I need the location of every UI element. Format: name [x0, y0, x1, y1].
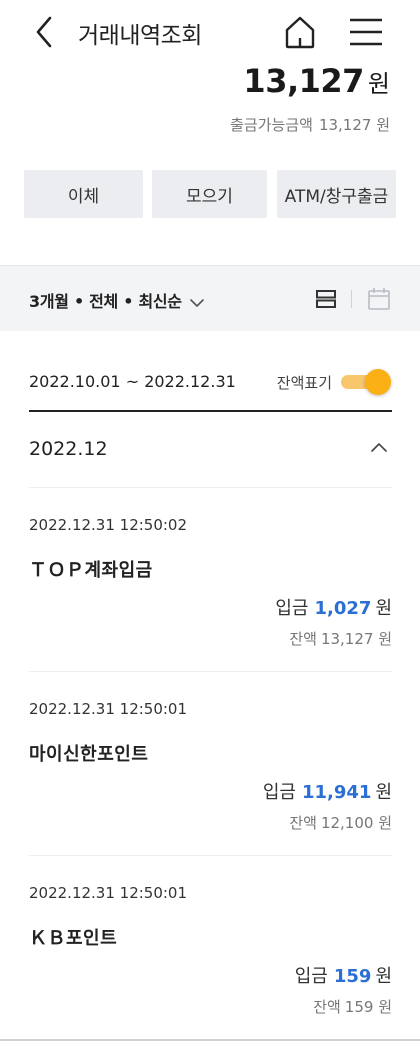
- transaction-amount-line: 입금 159 원: [295, 962, 392, 988]
- calendar-icon: [368, 288, 390, 310]
- chevron-down-icon: [189, 298, 204, 307]
- transaction-balance-value: 159 원: [344, 998, 392, 1016]
- transaction-name: ＴＯＰ계좌입금: [29, 560, 153, 581]
- transaction-unit: 원: [375, 598, 392, 619]
- transaction-name: 마이신한포인트: [29, 744, 149, 765]
- transaction-balance: 잔액 12,100 원: [289, 812, 392, 833]
- page-title: 거래내역조회: [78, 23, 202, 49]
- chevron-up-icon[interactable]: [370, 440, 388, 454]
- month-label: 2022.12: [29, 438, 108, 460]
- balance-unit: 원: [367, 70, 390, 98]
- transaction-amount-line: 입금 11,941 원: [263, 778, 392, 804]
- toggle-knob: [365, 369, 391, 395]
- transaction-item[interactable]: 2022.12.31 12:50:02 ＴＯＰ계좌입금 입금 1,027 원 잔액 1…: [29, 488, 392, 672]
- list-view-icon: [316, 290, 336, 308]
- calendar-button[interactable]: [366, 286, 392, 312]
- transaction-amount-line: 입금 1,027 원: [275, 594, 392, 620]
- transaction-unit: 원: [375, 782, 392, 803]
- transaction-item[interactable]: 2022.12.31 12:50:01 ＫＢ포인트 입금 159 원 잔액 159 원: [29, 856, 392, 1040]
- period-range: 2022.10.01 ~ 2022.12.31: [29, 372, 236, 391]
- transaction-datetime: 2022.12.31 12:50:01: [29, 884, 188, 902]
- transaction-balance: 잔액 13,127 원: [289, 628, 392, 649]
- month-header[interactable]: 2022.12: [29, 412, 392, 488]
- transaction-type: 입금: [294, 966, 328, 987]
- transaction-balance-label: 잔액: [289, 630, 317, 648]
- transaction-type: 입금: [262, 782, 296, 803]
- transaction-balance-value: 12,100 원: [320, 814, 392, 832]
- list-view-button[interactable]: [314, 287, 340, 311]
- balance-display: 13,127 원: [243, 62, 390, 100]
- transaction-balance: 잔액 159 원: [313, 996, 392, 1017]
- transaction-unit: 원: [375, 966, 392, 987]
- available-balance: 출금가능금액 13,127 원: [230, 114, 390, 135]
- transaction-balance-label: 잔액: [313, 998, 341, 1016]
- transaction-item[interactable]: 2022.12.31 12:50:01 마이신한포인트 입금 11,941 원 잔액…: [29, 672, 392, 856]
- transaction-balance-value: 13,127 원: [320, 630, 392, 648]
- transaction-type: 입금: [275, 598, 309, 619]
- savings-button[interactable]: 모으기: [152, 170, 267, 218]
- menu-button[interactable]: [346, 14, 386, 50]
- filter-bar: 3개월 • 전체 • 최신순: [0, 265, 420, 331]
- transaction-datetime: 2022.12.31 12:50:01: [29, 700, 188, 718]
- hamburger-menu-icon: [350, 18, 382, 46]
- balance-amount: 13,127: [243, 62, 364, 100]
- balance-toggle[interactable]: [341, 368, 391, 396]
- balance-toggle-label: 잔액표기: [276, 374, 332, 392]
- transfer-button[interactable]: 이체: [24, 170, 143, 218]
- filter-label: 3개월 • 전체 • 최신순: [29, 292, 182, 311]
- home-button[interactable]: [282, 14, 318, 50]
- transaction-name: ＫＢ포인트: [29, 928, 118, 949]
- atm-withdrawal-button[interactable]: ATM/창구출금: [277, 170, 396, 218]
- home-icon: [285, 16, 315, 49]
- transaction-amount: 11,941: [301, 782, 372, 803]
- filter-dropdown[interactable]: 3개월 • 전체 • 최신순: [29, 288, 204, 312]
- filter-divider: [351, 290, 352, 308]
- transaction-datetime: 2022.12.31 12:50:02: [29, 516, 188, 534]
- back-button[interactable]: [30, 14, 60, 50]
- transaction-balance-label: 잔액: [289, 814, 317, 832]
- chevron-left-icon: [36, 16, 52, 48]
- available-value: 13,127 원: [318, 116, 390, 134]
- transaction-amount: 159: [333, 966, 372, 987]
- transaction-amount: 1,027: [314, 598, 372, 619]
- app-header: 거래내역조회: [0, 0, 420, 64]
- available-label: 출금가능금액: [230, 116, 313, 134]
